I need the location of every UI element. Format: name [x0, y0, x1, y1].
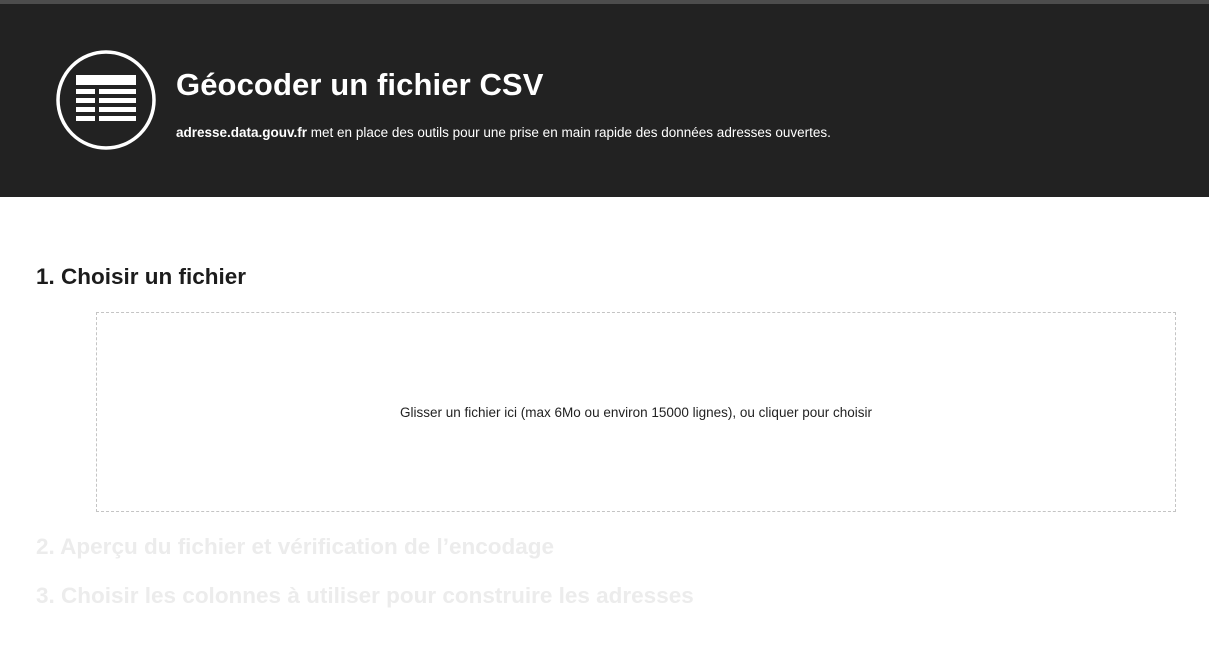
subtitle-text: met en place des outils pour une prise e…: [307, 125, 831, 140]
file-dropzone[interactable]: Glisser un fichier ici (max 6Mo ou envir…: [96, 312, 1176, 512]
dropzone-instructions: Glisser un fichier ici (max 6Mo ou envir…: [400, 404, 872, 420]
site-name: adresse.data.gouv.fr: [176, 125, 308, 140]
step-choose-file-title: 1. Choisir un fichier: [36, 264, 247, 289]
table-list-icon: [56, 50, 156, 150]
page-subtitle: adresse.data.gouv.fr met en place des ou…: [176, 125, 831, 140]
page-header: Géocoder un fichier CSV adresse.data.gou…: [0, 4, 1209, 197]
page-title: Géocoder un fichier CSV: [176, 67, 544, 102]
step-columns-title: 3. Choisir les colonnes à utiliser pour …: [36, 583, 694, 608]
step-preview-title: 2. Aperçu du fichier et vérification de …: [36, 534, 555, 559]
